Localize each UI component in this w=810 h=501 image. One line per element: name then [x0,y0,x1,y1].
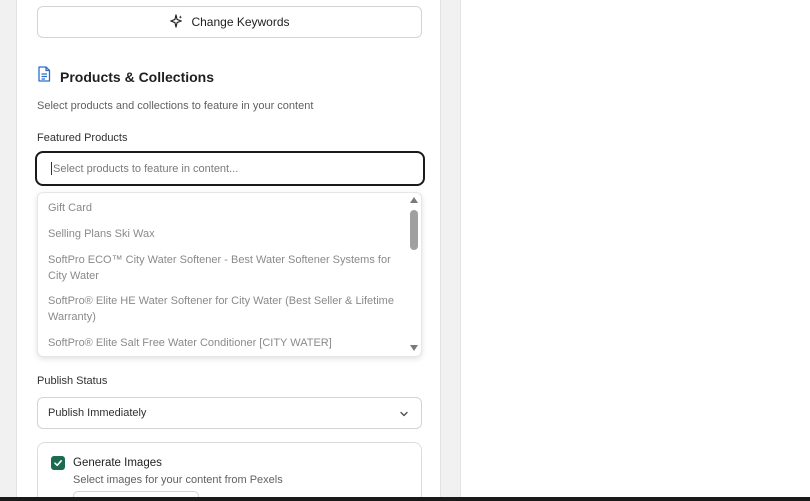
text-cursor [51,162,52,175]
scroll-up-arrow-icon[interactable] [410,197,418,203]
change-keywords-label: Change Keywords [191,15,290,29]
list-item[interactable]: SoftPro® Elite Salt Free Water Condition… [48,335,403,351]
dropdown-scrollbar[interactable] [407,193,421,356]
section-description: Select products and collections to featu… [37,100,314,112]
products-dropdown[interactable]: Gift Card Selling Plans Ski Wax SoftPro … [37,192,422,357]
products-section-header: Products & Collections [37,66,214,87]
chevron-down-icon [399,409,409,419]
bottom-edge [0,497,810,501]
sparkle-icon [169,13,183,31]
list-item[interactable]: Gift Card [48,200,403,216]
preview-panel [460,0,810,497]
change-keywords-button[interactable]: Change Keywords [37,6,422,38]
generate-images-checkbox[interactable] [51,456,65,470]
list-item[interactable]: SoftPro ECO™ City Water Softener - Best … [48,252,403,284]
scrollbar-thumb[interactable] [410,210,418,250]
generate-images-description: Select images for your content from Pexe… [73,474,283,486]
content-settings-panel: Change Keywords Products & Collections S… [16,0,441,501]
checkmark-icon [54,460,62,467]
page: Change Keywords Products & Collections S… [0,0,810,501]
list-item[interactable]: SoftPro® Elite HE Water Softener for Cit… [48,293,403,325]
section-title: Products & Collections [60,68,215,85]
publish-status-value: Publish Immediately [48,407,147,419]
featured-products-input[interactable]: Select products to feature in content... [35,151,425,186]
list-item[interactable]: Selling Plans Ski Wax [48,226,403,242]
generate-images-card: Generate Images Select images for your c… [37,442,422,501]
generate-images-label: Generate Images [73,457,162,469]
publish-status-label: Publish Status [37,375,108,387]
document-icon [37,66,51,87]
publish-status-select[interactable]: Publish Immediately [37,397,422,429]
featured-products-label: Featured Products [37,132,128,144]
scroll-down-arrow-icon[interactable] [410,345,418,351]
input-placeholder: Select products to feature in content... [53,162,239,175]
